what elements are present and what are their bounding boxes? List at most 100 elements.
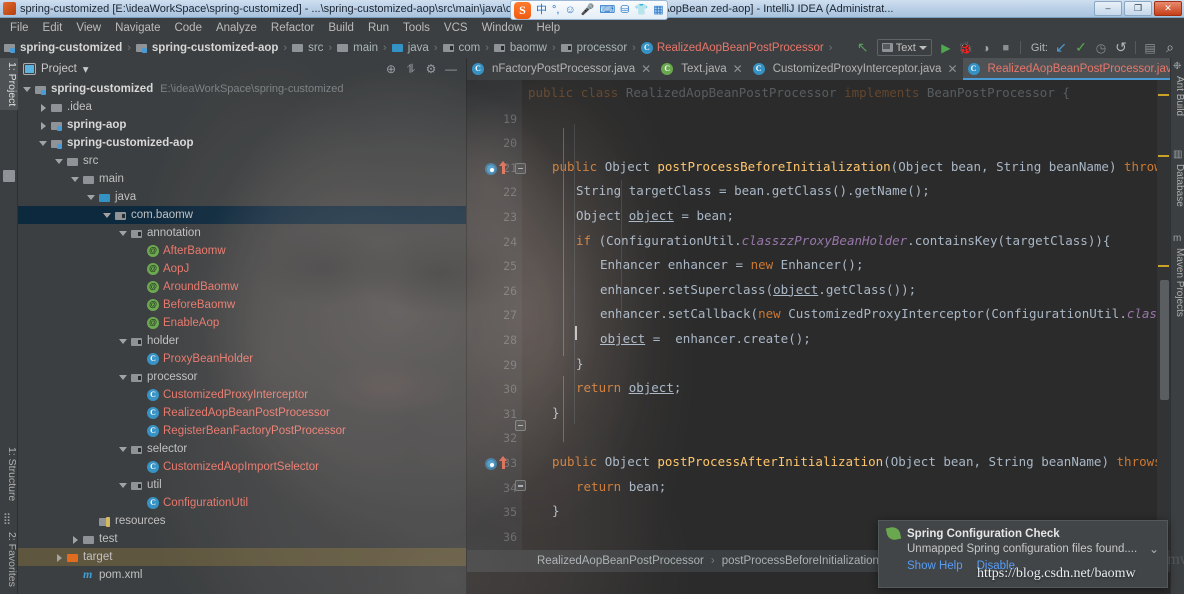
tree-row[interactable]: main: [18, 170, 466, 188]
tree-row[interactable]: @ AroundBaomw: [18, 278, 466, 296]
git-commit-icon[interactable]: ✓: [1071, 38, 1091, 57]
code-fold-toggle[interactable]: [515, 480, 526, 491]
tree-row[interactable]: spring-aop: [18, 116, 466, 134]
ime-chinese-icon[interactable]: 中: [536, 4, 547, 16]
tree-row[interactable]: spring-customized-aop: [18, 134, 466, 152]
tree-row[interactable]: com.baomw: [18, 206, 466, 224]
maximize-button[interactable]: ❐: [1124, 1, 1152, 16]
tree-row[interactable]: C CustomizedAopImportSelector: [18, 458, 466, 476]
menu-navigate[interactable]: Navigate: [108, 20, 167, 36]
tree-row[interactable]: C RealizedAopBeanPostProcessor: [18, 404, 466, 422]
tree-expand-arrow-icon[interactable]: [54, 552, 65, 563]
sidebar-tab-project[interactable]: 1: Project: [0, 58, 18, 111]
tree-row[interactable]: @ AopJ: [18, 260, 466, 278]
code-line[interactable]: }: [576, 357, 584, 370]
tree-row[interactable]: resources: [18, 512, 466, 530]
ime-skin-icon[interactable]: 👕: [635, 4, 649, 16]
code-line[interactable]: String targetClass = bean.getClass().get…: [576, 185, 930, 198]
tree-expand-arrow-icon[interactable]: [70, 174, 81, 185]
status-class-name[interactable]: RealizedAopBeanPostProcessor: [537, 555, 704, 567]
ime-voice-icon[interactable]: 🎤: [581, 4, 595, 16]
search-icon[interactable]: ⌕: [1160, 38, 1180, 57]
code-line[interactable]: public Object postProcessAfterInitializa…: [552, 455, 1170, 468]
tree-expand-arrow-icon[interactable]: [38, 120, 49, 131]
tree-row[interactable]: annotation: [18, 224, 466, 242]
code-line[interactable]: Object object = bean;: [576, 209, 734, 222]
tree-row[interactable]: processor: [18, 368, 466, 386]
ime-keyboard-icon[interactable]: ⌨: [599, 4, 615, 16]
editor-tab-nfactorypostprocessor[interactable]: CnFactoryPostProcessor.java ✕: [467, 58, 656, 80]
menu-build[interactable]: Build: [321, 20, 361, 36]
tree-expand-arrow-icon[interactable]: [118, 444, 129, 455]
code-line[interactable]: return bean;: [576, 480, 666, 493]
tree-row[interactable]: m pom.xml: [18, 566, 466, 584]
tree-row[interactable]: src: [18, 152, 466, 170]
tree-row[interactable]: @ EnableAop: [18, 314, 466, 332]
code-lines[interactable]: public class RealizedAopBeanPostProcesso…: [515, 80, 1170, 572]
ime-translate-icon[interactable]: ⛁: [620, 4, 629, 16]
code-line[interactable]: enhancer.setCallback(new CustomizedProxy…: [600, 308, 1170, 321]
show-help-link[interactable]: Show Help: [907, 560, 963, 572]
tree-expand-arrow-icon[interactable]: [102, 210, 113, 221]
run-configuration-selector[interactable]: Text: [876, 39, 932, 56]
tree-expand-arrow-icon[interactable]: [118, 228, 129, 239]
tree-row[interactable]: C ConfigurationUtil: [18, 494, 466, 512]
sidebar-tab-maven-projects[interactable]: Maven Projects: [1171, 248, 1184, 317]
breadcrumb-item-spring-customized-aop[interactable]: spring-customized-aop: [135, 42, 278, 54]
breadcrumb-item-java[interactable]: java: [391, 42, 429, 54]
tree-expand-arrow-icon[interactable]: [38, 138, 49, 149]
tree-row[interactable]: C RegisterBeanFactoryPostProcessor: [18, 422, 466, 440]
hide-icon[interactable]: —: [441, 59, 461, 79]
sogou-logo-icon[interactable]: S: [514, 1, 531, 19]
editor-scrollbar-thumb[interactable]: [1160, 280, 1169, 400]
ime-toolbar[interactable]: S 中 °, ☺ 🎤 ⌨ ⛁ 👕 ▦: [510, 0, 668, 20]
code-line[interactable]: return object;: [576, 381, 681, 394]
breadcrumb-item-processor[interactable]: processor: [560, 42, 627, 54]
menu-analyze[interactable]: Analyze: [209, 20, 264, 36]
code-editor[interactable]: 1920212223242526272829303132333435363738…: [467, 80, 1170, 572]
menu-tools[interactable]: Tools: [396, 20, 437, 36]
menu-window[interactable]: Window: [475, 20, 530, 36]
close-icon[interactable]: ✕: [947, 62, 957, 76]
tree-row[interactable]: @ BeforeBaomw: [18, 296, 466, 314]
menu-refactor[interactable]: Refactor: [264, 20, 321, 36]
breadcrumb-item-src[interactable]: src: [292, 42, 323, 54]
menu-vcs[interactable]: VCS: [437, 20, 475, 36]
sidebar-tab-structure[interactable]: 1: Structure: [0, 443, 18, 505]
close-button[interactable]: ✕: [1154, 1, 1182, 16]
tree-expand-arrow-icon[interactable]: [86, 192, 97, 203]
run-method-gutter-icon[interactable]: [485, 162, 497, 175]
editor-tab-text[interactable]: C Text.java ✕: [656, 58, 747, 80]
breadcrumb-item-com[interactable]: com: [442, 42, 480, 54]
chevron-down-icon[interactable]: ⌄: [1149, 542, 1159, 556]
tree-row[interactable]: test: [18, 530, 466, 548]
tree-expand-arrow-icon[interactable]: [118, 480, 129, 491]
code-line[interactable]: if (ConfigurationUtil.classzzProxyBeanHo…: [576, 234, 1110, 247]
code-line[interactable]: public Object postProcessBeforeInitializ…: [552, 160, 1170, 173]
collapse-all-icon[interactable]: ⥮: [401, 59, 421, 79]
chevron-down-icon[interactable]: ▾: [83, 62, 89, 76]
breadcrumb-item-spring-customized[interactable]: spring-customized: [4, 42, 122, 54]
run-with-coverage-button[interactable]: ◑: [976, 38, 996, 57]
locate-icon[interactable]: ⊕: [381, 59, 401, 79]
ime-emoji-icon[interactable]: ☺: [564, 4, 575, 16]
stop-button[interactable]: ■: [996, 38, 1016, 57]
tree-row[interactable]: selector: [18, 440, 466, 458]
tree-row[interactable]: spring-customized E:\ideaWorkSpace\spring…: [18, 80, 466, 98]
back-arrow-icon[interactable]: ↖: [853, 38, 873, 57]
warning-marker[interactable]: [1158, 94, 1169, 96]
breadcrumb-item-realizedaopbeanpostprocessor[interactable]: C RealizedAopBeanPostProcessor: [640, 41, 824, 54]
menu-code[interactable]: Code: [167, 20, 209, 36]
tree-expand-arrow-icon[interactable]: [118, 372, 129, 383]
code-fold-toggle[interactable]: [515, 162, 526, 174]
code-line[interactable]: }: [552, 504, 560, 517]
close-icon[interactable]: ✕: [641, 62, 651, 76]
sidebar-tab-database[interactable]: Database: [1171, 164, 1184, 207]
tree-expand-arrow-icon[interactable]: [54, 156, 65, 167]
code-line[interactable]: enhancer.setSuperclass(object.getClass()…: [600, 283, 916, 296]
undo-icon[interactable]: ↺: [1111, 38, 1131, 57]
editor-gutter[interactable]: 1920212223242526272829303132333435363738: [467, 80, 522, 572]
code-line[interactable]: public class RealizedAopBeanPostProcesso…: [528, 86, 1070, 99]
tree-row[interactable]: target: [18, 548, 466, 566]
editor-tab-realizedaopbeanpostprocessor[interactable]: CRealizedAopBeanPostProcessor.java✕: [962, 58, 1170, 80]
